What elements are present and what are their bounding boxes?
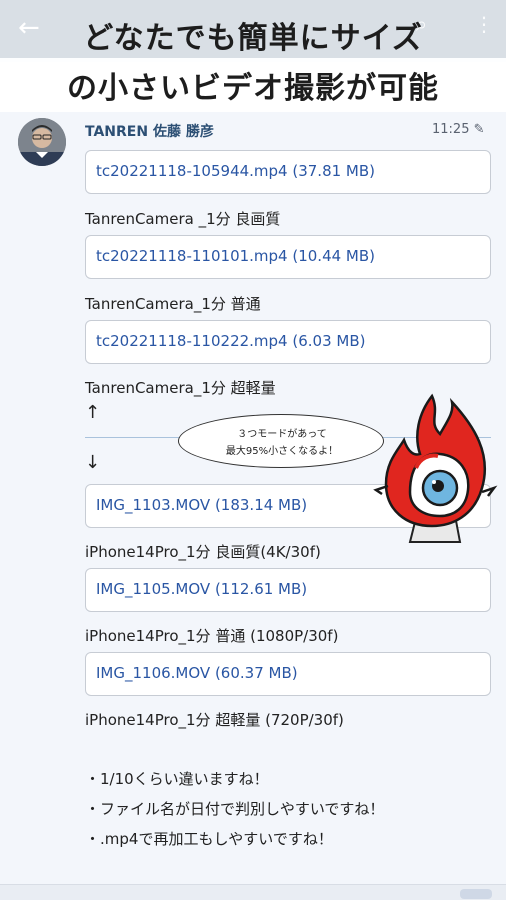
attachment-file[interactable]: tc20221118-110101.mp4 (10.44 MB) bbox=[85, 235, 491, 279]
bottom-chip[interactable] bbox=[460, 889, 492, 899]
attachment-caption: TanrenCamera _1分 良画質 bbox=[85, 210, 281, 228]
attachment-file[interactable]: tc20221118-105944.mp4 (37.81 MB) bbox=[85, 150, 491, 194]
edit-pencil-icon[interactable]: ✎ bbox=[474, 122, 485, 137]
attachment-caption: iPhone14Pro_1分 超軽量 (720P/30f) bbox=[85, 711, 344, 729]
bottom-bar bbox=[0, 884, 506, 900]
note-line: ・1/10くらい違いますね！ bbox=[85, 770, 269, 788]
sender-name[interactable]: TANREN 佐藤 勝彦 bbox=[85, 121, 214, 141]
attachment-file[interactable]: IMG_1106.MOV (60.37 MB) bbox=[85, 652, 491, 696]
banner-line-2: の小さいビデオ撮影が可能 bbox=[67, 71, 439, 106]
avatar[interactable] bbox=[18, 118, 66, 166]
banner-line-1: どなたでも簡単にサイズ bbox=[83, 21, 423, 56]
arrow-down: ↓ bbox=[85, 452, 101, 473]
attachment-caption: iPhone14Pro_1分 良画質(4K/30f) bbox=[85, 543, 321, 561]
attachment-file[interactable]: IMG_1105.MOV (112.61 MB) bbox=[85, 568, 491, 612]
note-line: ・.mp4で再加工もしやすいですね！ bbox=[85, 830, 333, 848]
attachment-caption: TanrenCamera_1分 超軽量 bbox=[85, 379, 276, 397]
attachment-caption: TanrenCamera_1分 普通 bbox=[85, 295, 261, 313]
attachment-caption: iPhone14Pro_1分 普通 (1080P/30f) bbox=[85, 627, 339, 645]
attachment-file[interactable]: tc20221118-110222.mp4 (6.03 MB) bbox=[85, 320, 491, 364]
promo-banner: どなたでも簡単にサイズ の小さいビデオ撮影が可能 bbox=[0, 0, 506, 112]
note-line: ・ファイル名が日付で判別しやすいですね！ bbox=[85, 800, 385, 818]
message-time: 11:25 ✎ bbox=[432, 122, 485, 137]
flame-mascot-icon bbox=[373, 393, 498, 543]
speech-bubble: ３つモードがあって 最大95%小さくなるよ！ bbox=[178, 414, 384, 468]
arrow-up: ↑ bbox=[85, 402, 101, 423]
